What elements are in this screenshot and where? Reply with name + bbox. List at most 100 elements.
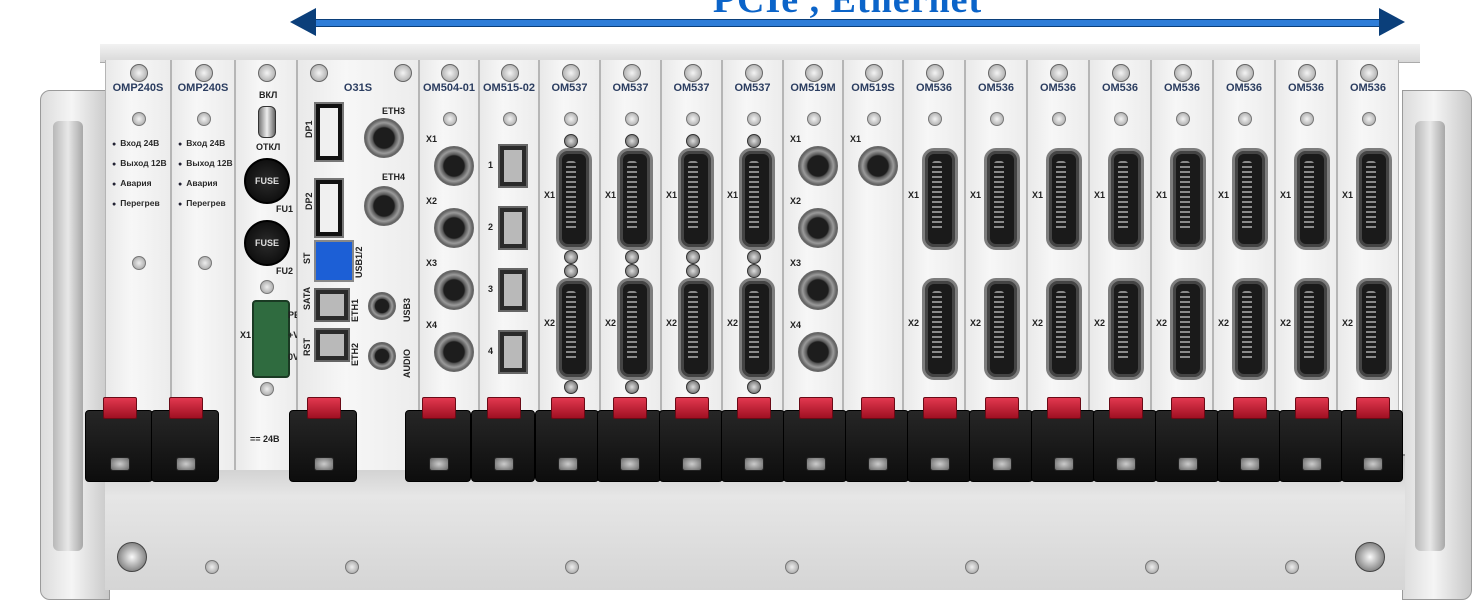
ejector-latch[interactable] [85, 397, 153, 482]
fuse-holder-1[interactable]: FUSE [244, 158, 290, 204]
d-sub-connector[interactable] [678, 278, 714, 380]
m12-connector[interactable] [434, 146, 474, 186]
latch-release-tab[interactable] [923, 397, 957, 419]
ejector-latch[interactable] [597, 397, 661, 482]
module-screw[interactable] [561, 64, 580, 82]
thumb-screw[interactable] [1355, 542, 1385, 572]
ejector-latch[interactable] [907, 397, 971, 482]
latch-release-tab[interactable] [307, 397, 341, 419]
ejector-latch[interactable] [1341, 397, 1403, 482]
ejector-latch[interactable] [471, 397, 535, 482]
eth1-port[interactable] [314, 288, 350, 322]
d-sub-connector[interactable] [984, 148, 1020, 250]
latch-release-tab[interactable] [103, 397, 137, 419]
d-sub-connector[interactable] [1170, 278, 1206, 380]
ejector-latch[interactable] [721, 397, 785, 482]
module-screw[interactable] [683, 64, 702, 82]
d-sub-connector[interactable] [1356, 278, 1392, 380]
rj45-port[interactable] [498, 330, 528, 374]
rack-handle-left[interactable] [40, 90, 110, 600]
d-sub-connector[interactable] [922, 148, 958, 250]
ejector-latch[interactable] [405, 397, 471, 482]
d-sub-connector[interactable] [556, 278, 592, 380]
module-screw[interactable] [394, 64, 412, 82]
module-screw[interactable] [441, 64, 459, 82]
d-sub-connector[interactable] [1170, 148, 1206, 250]
eth4-connector[interactable] [364, 186, 404, 226]
d-sub-connector[interactable] [984, 278, 1020, 380]
audio-connector[interactable] [368, 342, 396, 370]
latch-release-tab[interactable] [675, 397, 709, 419]
d-sub-connector[interactable] [1232, 278, 1268, 380]
power-toggle-switch[interactable] [258, 106, 276, 138]
module-screw[interactable] [1050, 64, 1068, 82]
d-sub-connector[interactable] [1294, 278, 1330, 380]
ejector-latch[interactable] [1093, 397, 1157, 482]
displayport-2[interactable] [314, 178, 344, 238]
module-screw[interactable] [1174, 64, 1192, 82]
m12-connector[interactable] [798, 146, 838, 186]
module-screw[interactable] [1236, 64, 1254, 82]
d-sub-connector[interactable] [922, 278, 958, 380]
power-connector[interactable] [252, 300, 290, 378]
rack-handle-right[interactable] [1402, 90, 1472, 600]
d-sub-connector[interactable] [1232, 148, 1268, 250]
module-screw[interactable] [1360, 64, 1378, 82]
usb12-port[interactable] [314, 240, 354, 282]
module-screw[interactable] [195, 64, 213, 82]
module-screw[interactable] [1112, 64, 1130, 82]
ejector-latch[interactable] [151, 397, 219, 482]
ejector-latch[interactable] [969, 397, 1033, 482]
displayport-1[interactable] [314, 102, 344, 162]
d-sub-connector[interactable] [556, 148, 592, 250]
latch-release-tab[interactable] [169, 397, 203, 419]
module-screw[interactable] [988, 64, 1006, 82]
latch-release-tab[interactable] [861, 397, 895, 419]
d-sub-connector[interactable] [1046, 148, 1082, 250]
latch-release-tab[interactable] [1109, 397, 1143, 419]
m12-connector[interactable] [434, 270, 474, 310]
latch-release-tab[interactable] [737, 397, 771, 419]
m12-connector[interactable] [858, 146, 898, 186]
latch-release-tab[interactable] [1233, 397, 1267, 419]
latch-release-tab[interactable] [1171, 397, 1205, 419]
d-sub-connector[interactable] [617, 148, 653, 250]
d-sub-connector[interactable] [1108, 148, 1144, 250]
d-sub-connector[interactable] [1356, 148, 1392, 250]
module-screw[interactable] [926, 64, 944, 82]
ejector-latch[interactable] [659, 397, 723, 482]
d-sub-connector[interactable] [1108, 278, 1144, 380]
latch-release-tab[interactable] [422, 397, 456, 419]
module-screw[interactable] [622, 64, 641, 82]
usb3-connector[interactable] [368, 292, 396, 320]
eth3-connector[interactable] [364, 118, 404, 158]
module-power-input[interactable]: ВКЛ ОТКЛ FUSE FU1 FUSE FU2 X1 PE +V 0V =… [235, 60, 300, 470]
d-sub-connector[interactable] [739, 148, 775, 250]
ejector-latch[interactable] [845, 397, 909, 482]
module-screw[interactable] [130, 64, 148, 82]
module-screw[interactable] [744, 64, 763, 82]
module-screw[interactable] [501, 64, 519, 82]
m12-connector[interactable] [798, 208, 838, 248]
d-sub-connector[interactable] [617, 278, 653, 380]
ejector-latch[interactable] [1155, 397, 1219, 482]
ejector-latch[interactable] [783, 397, 847, 482]
m12-connector[interactable] [434, 208, 474, 248]
latch-release-tab[interactable] [613, 397, 647, 419]
latch-release-tab[interactable] [985, 397, 1019, 419]
m12-connector[interactable] [798, 270, 838, 310]
module-screw[interactable] [1298, 64, 1316, 82]
d-sub-connector[interactable] [678, 148, 714, 250]
latch-release-tab[interactable] [1356, 397, 1390, 419]
rj45-port[interactable] [498, 206, 528, 250]
d-sub-connector[interactable] [1294, 148, 1330, 250]
module-screw[interactable] [805, 64, 823, 82]
latch-release-tab[interactable] [799, 397, 833, 419]
fuse-holder-2[interactable]: FUSE [244, 220, 290, 266]
ejector-latch[interactable] [1031, 397, 1095, 482]
ejector-latch[interactable] [1279, 397, 1343, 482]
latch-release-tab[interactable] [1047, 397, 1081, 419]
d-sub-connector[interactable] [739, 278, 775, 380]
module-screw[interactable] [258, 64, 276, 82]
rj45-port[interactable] [498, 268, 528, 312]
